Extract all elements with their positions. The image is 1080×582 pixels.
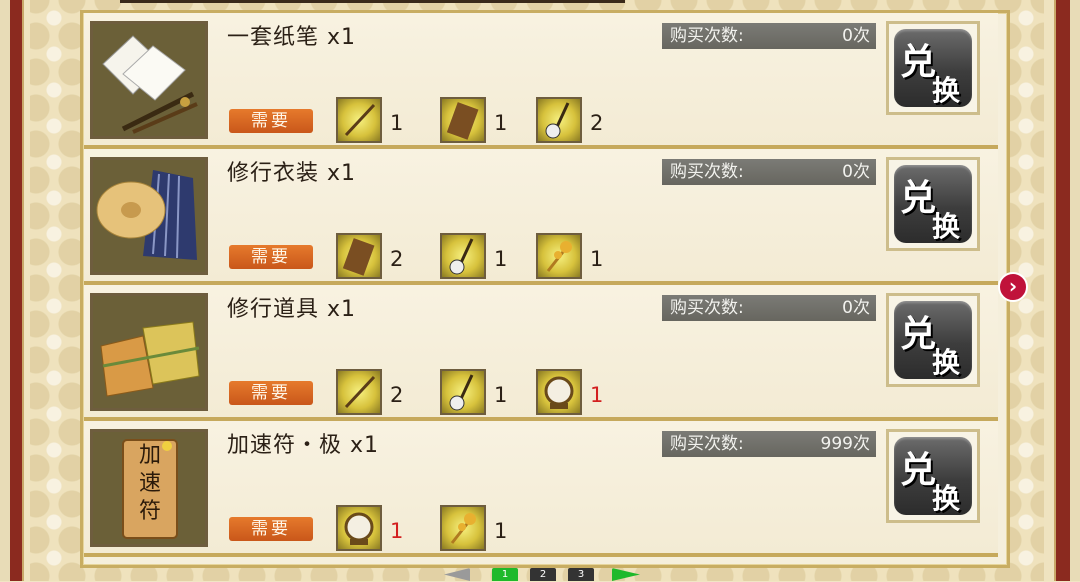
need-tag: 需要 — [229, 109, 313, 133]
purchase-count-value: 0次 — [842, 162, 870, 182]
bell-staff-icon — [440, 505, 486, 551]
next-arrow-icon[interactable]: › — [998, 272, 1028, 302]
exchange-button-char1: 兑 — [900, 178, 937, 219]
exchange-button[interactable]: 兑 换 — [886, 21, 980, 115]
page-number: 3 — [577, 569, 585, 580]
exchange-button[interactable]: 兑 换 — [886, 157, 980, 251]
requirement-qty: 1 — [390, 111, 404, 135]
koto-icon — [336, 233, 382, 279]
purchase-count-label: 购买次数: — [670, 298, 744, 318]
exchange-button-char2: 换 — [932, 210, 961, 243]
purchase-count-label: 购买次数: — [670, 434, 744, 454]
requirement-qty: 1 — [590, 247, 604, 271]
shamisen-icon — [440, 369, 486, 415]
requirement-qty: 2 — [390, 247, 404, 271]
talisman-text: 加速符 — [138, 443, 161, 524]
requirement-qty: 1 — [494, 383, 508, 407]
shamisen-icon — [440, 233, 486, 279]
exchange-button-char1: 兑 — [900, 314, 937, 355]
exchange-row-speedup-talisman: 加速符 加速符・极 x1 购买次数: 999次 需要 1 1 兑 换 — [84, 421, 998, 557]
training-tools-item-image — [90, 293, 208, 411]
exchange-row-paper-brush: 一套纸笔 x1 购买次数: 0次 需要 1 1 2 兑 换 — [84, 13, 998, 149]
requirement-qty: 1 — [590, 383, 604, 407]
exchange-row-training-tools: 修行道具 x1 购买次数: 0次 需要 2 1 1 兑 换 — [84, 285, 998, 421]
page-number: 1 — [501, 569, 509, 580]
requirement-qty: 1 — [494, 247, 508, 271]
page-button-3[interactable]: 3 — [568, 568, 594, 581]
koto-icon — [440, 97, 486, 143]
item-title: 加速符・极 x1 — [227, 433, 380, 458]
exchange-button-char1: 兑 — [900, 42, 937, 83]
speedup-talisman-item-image: 加速符 — [90, 429, 208, 547]
exchange-button[interactable]: 兑 换 — [886, 293, 980, 387]
drum-icon — [336, 505, 382, 551]
page-button-2[interactable]: 2 — [530, 568, 556, 581]
brush-icon — [336, 369, 382, 415]
item-title: 修行道具 x1 — [227, 297, 357, 322]
bell-staff-icon — [536, 233, 582, 279]
exchange-button-char2: 换 — [932, 346, 961, 379]
exchange-button-char2: 换 — [932, 74, 961, 107]
requirement-qty: 1 — [494, 111, 508, 135]
purchase-count-label: 购买次数: — [670, 26, 744, 46]
training-outfit-item-image — [90, 157, 208, 275]
item-title: 修行衣装 x1 — [227, 161, 357, 186]
left-frame-border — [0, 0, 30, 581]
purchase-count-badge: 购买次数: 0次 — [662, 23, 876, 49]
requirement-qty: 1 — [390, 519, 404, 543]
prev-page-icon[interactable] — [444, 568, 470, 581]
requirement-qty: 2 — [590, 111, 604, 135]
right-frame-border — [1044, 0, 1080, 581]
exchange-button[interactable]: 兑 换 — [886, 429, 980, 523]
next-page-icon[interactable] — [612, 568, 640, 581]
page-number: 2 — [539, 569, 547, 580]
purchase-count-badge: 购买次数: 0次 — [662, 159, 876, 185]
purchase-count-badge: 购买次数: 0次 — [662, 295, 876, 321]
purchase-count-value: 0次 — [842, 298, 870, 318]
item-title: 一套纸笔 x1 — [227, 25, 357, 50]
purchase-count-label: 购买次数: — [670, 162, 744, 182]
need-tag: 需要 — [229, 517, 313, 541]
drum-icon — [536, 369, 582, 415]
purchase-count-badge: 购买次数: 999次 — [662, 431, 876, 457]
purchase-count-value: 0次 — [842, 26, 870, 46]
requirement-qty: 2 — [390, 383, 404, 407]
pager: 1 2 3 — [0, 568, 1080, 581]
top-divider — [120, 0, 625, 3]
shamisen-icon — [536, 97, 582, 143]
purchase-count-value: 999次 — [820, 434, 870, 454]
exchange-button-char1: 兑 — [900, 450, 937, 491]
need-tag: 需要 — [229, 381, 313, 405]
page-button-1[interactable]: 1 — [492, 568, 518, 581]
need-tag: 需要 — [229, 245, 313, 269]
exchange-row-training-outfit: 修行衣装 x1 购买次数: 0次 需要 2 1 1 兑 换 — [84, 149, 998, 285]
exchange-button-char2: 换 — [932, 482, 961, 515]
paper-brush-item-image — [90, 21, 208, 139]
brush-icon — [336, 97, 382, 143]
requirement-qty: 1 — [494, 519, 508, 543]
